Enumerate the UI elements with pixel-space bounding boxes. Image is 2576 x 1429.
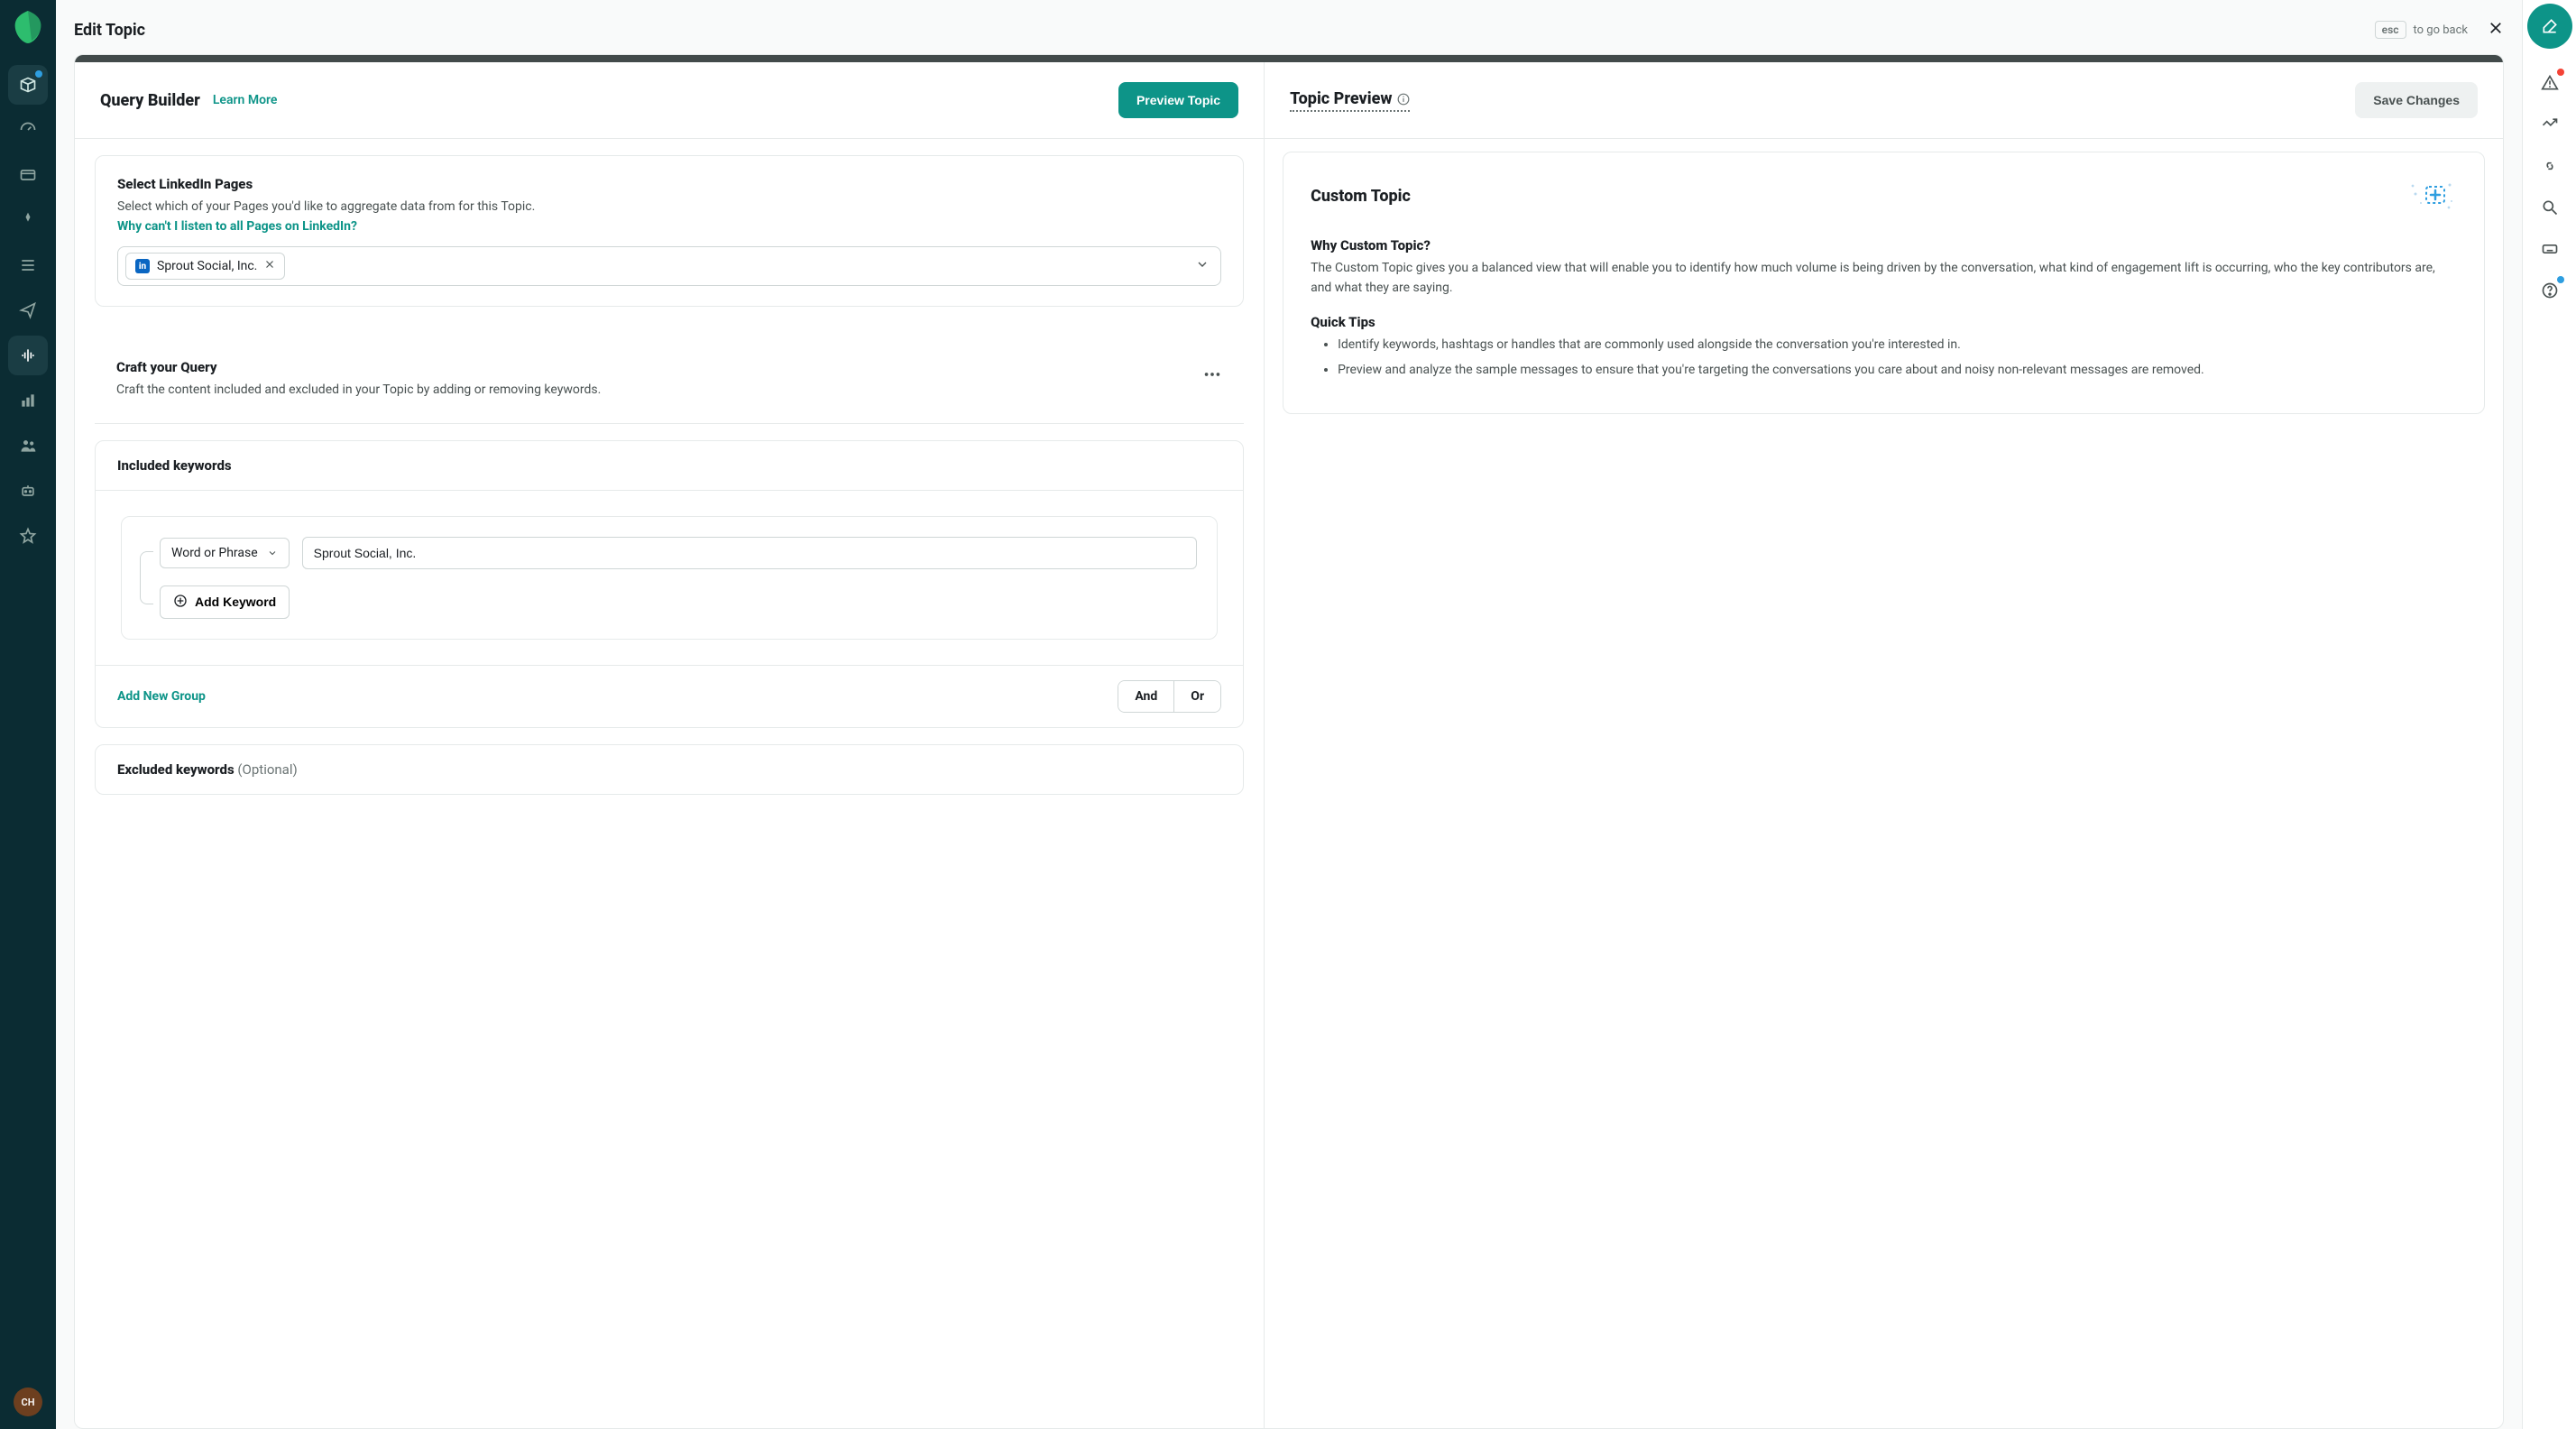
modal-title: Edit Topic (74, 21, 2375, 40)
divider (95, 423, 1244, 424)
keyword-type-label: Word or Phrase (171, 546, 258, 560)
more-options-icon[interactable] (1202, 364, 1222, 388)
activity-icon[interactable] (2530, 105, 2570, 144)
add-keyword-button[interactable]: Add Keyword (160, 585, 290, 619)
preview-header: Topic Preview Save Changes (1265, 62, 2503, 138)
nav-bot[interactable] (8, 471, 48, 511)
nav-publish[interactable] (8, 290, 48, 330)
section-title: Select LinkedIn Pages (117, 176, 1221, 192)
esc-keycap: esc (2375, 21, 2406, 39)
linkedin-page-chip: in Sprout Social, Inc. (125, 253, 285, 280)
search-icon[interactable] (2530, 188, 2570, 227)
help-badge (2557, 276, 2564, 283)
chip-remove-icon[interactable] (264, 259, 275, 273)
add-keyword-label: Add Keyword (195, 595, 276, 609)
keyword-group: Word or Phrase (121, 516, 1218, 640)
alerts-badge (2557, 69, 2564, 76)
keyword-type-select[interactable]: Word or Phrase (160, 538, 290, 568)
why-body: The Custom Topic gives you a balanced vi… (1311, 259, 2457, 298)
info-icon[interactable] (1397, 89, 1410, 108)
nav-inbox-badge (35, 70, 42, 78)
topic-preview-pane: Topic Preview Save Changes (1265, 62, 2503, 1428)
links-icon[interactable] (2530, 146, 2570, 186)
chip-label: Sprout Social, Inc. (157, 259, 257, 273)
nav-list[interactable] (8, 245, 48, 285)
nav-pins[interactable] (8, 200, 48, 240)
qb-header: Query Builder Learn More Preview Topic (75, 62, 1264, 138)
query-builder-pane: Query Builder Learn More Preview Topic S… (75, 62, 1265, 1428)
sparkle-plus-icon (2403, 176, 2457, 216)
main-content: Edit Topic esc to go back Query Builder … (56, 0, 2522, 1429)
keyword-input[interactable] (302, 537, 1197, 569)
nav-inbox[interactable] (8, 65, 48, 105)
plus-circle-icon (173, 594, 188, 611)
qb-title: Query Builder (100, 91, 200, 110)
nav-reports[interactable] (8, 381, 48, 420)
nav-people[interactable] (8, 426, 48, 466)
section-title: Craft your Query (116, 359, 1191, 375)
add-new-group-link[interactable]: Add New Group (117, 689, 206, 704)
tip-item: Preview and analyze the sample messages … (1338, 361, 2457, 381)
user-avatar[interactable]: CH (14, 1388, 42, 1416)
excluded-title: Excluded keywords (117, 761, 235, 778)
divider (75, 138, 1264, 139)
save-changes-button[interactable]: Save Changes (2355, 82, 2478, 118)
sidebar-right (2522, 0, 2576, 1429)
section-desc: Select which of your Pages you'd like to… (117, 198, 1221, 216)
linkedin-pages-section: Select LinkedIn Pages Select which of yo… (95, 155, 1244, 307)
panel-cap (75, 55, 2503, 62)
nav-feeds[interactable] (8, 155, 48, 195)
linkedin-help-link[interactable]: Why can't I listen to all Pages on Linke… (117, 219, 357, 234)
preview-topic-button[interactable]: Preview Topic (1118, 82, 1238, 118)
nav-listening[interactable] (8, 336, 48, 375)
custom-topic-card: Custom Topic (1283, 152, 2485, 414)
sidebar-left: CH (0, 0, 56, 1429)
nav-star[interactable] (8, 516, 48, 556)
linkedin-icon: in (135, 259, 150, 273)
divider (1265, 138, 2503, 139)
help-icon[interactable] (2530, 271, 2570, 310)
tips-list: Identify keywords, hashtags or handles t… (1311, 336, 2457, 380)
modal-header: Edit Topic esc to go back (74, 0, 2504, 54)
learn-more-link[interactable]: Learn More (213, 93, 278, 107)
tip-item: Identify keywords, hashtags or handles t… (1338, 336, 2457, 355)
nav-dashboard[interactable] (8, 110, 48, 150)
keyword-row: Word or Phrase (160, 537, 1197, 569)
compose-fab[interactable] (2527, 4, 2572, 49)
app-logo[interactable] (14, 11, 42, 43)
linkedin-pages-select[interactable]: in Sprout Social, Inc. (117, 246, 1221, 286)
section-desc: Craft the content included and excluded … (116, 381, 1191, 399)
why-title: Why Custom Topic? (1311, 237, 2457, 254)
craft-query-section: Craft your Query Craft the content inclu… (95, 339, 1244, 406)
preview-title: Topic Preview (1290, 89, 1410, 112)
and-button[interactable]: And (1118, 681, 1173, 712)
esc-hint: to go back (2414, 23, 2468, 37)
chevron-down-icon (1195, 257, 1210, 275)
alerts-icon[interactable] (2530, 63, 2570, 103)
included-keywords-block: Included keywords Word or Phrase (95, 440, 1244, 728)
keyboard-icon[interactable] (2530, 229, 2570, 269)
and-or-toggle: And Or (1118, 680, 1221, 713)
preview-title-text: Topic Preview (1290, 89, 1392, 108)
included-keywords-title: Included keywords (96, 441, 1243, 491)
tips-title: Quick Tips (1311, 314, 2457, 330)
excluded-optional-label: (Optional) (237, 761, 297, 778)
excluded-keywords-block: Excluded keywords (Optional) (95, 744, 1244, 795)
included-footer: Add New Group And Or (96, 665, 1243, 727)
close-button[interactable] (2488, 20, 2504, 40)
card-title: Custom Topic (1311, 187, 2403, 206)
editor-panel: Query Builder Learn More Preview Topic S… (74, 54, 2504, 1429)
or-button[interactable]: Or (1173, 681, 1220, 712)
